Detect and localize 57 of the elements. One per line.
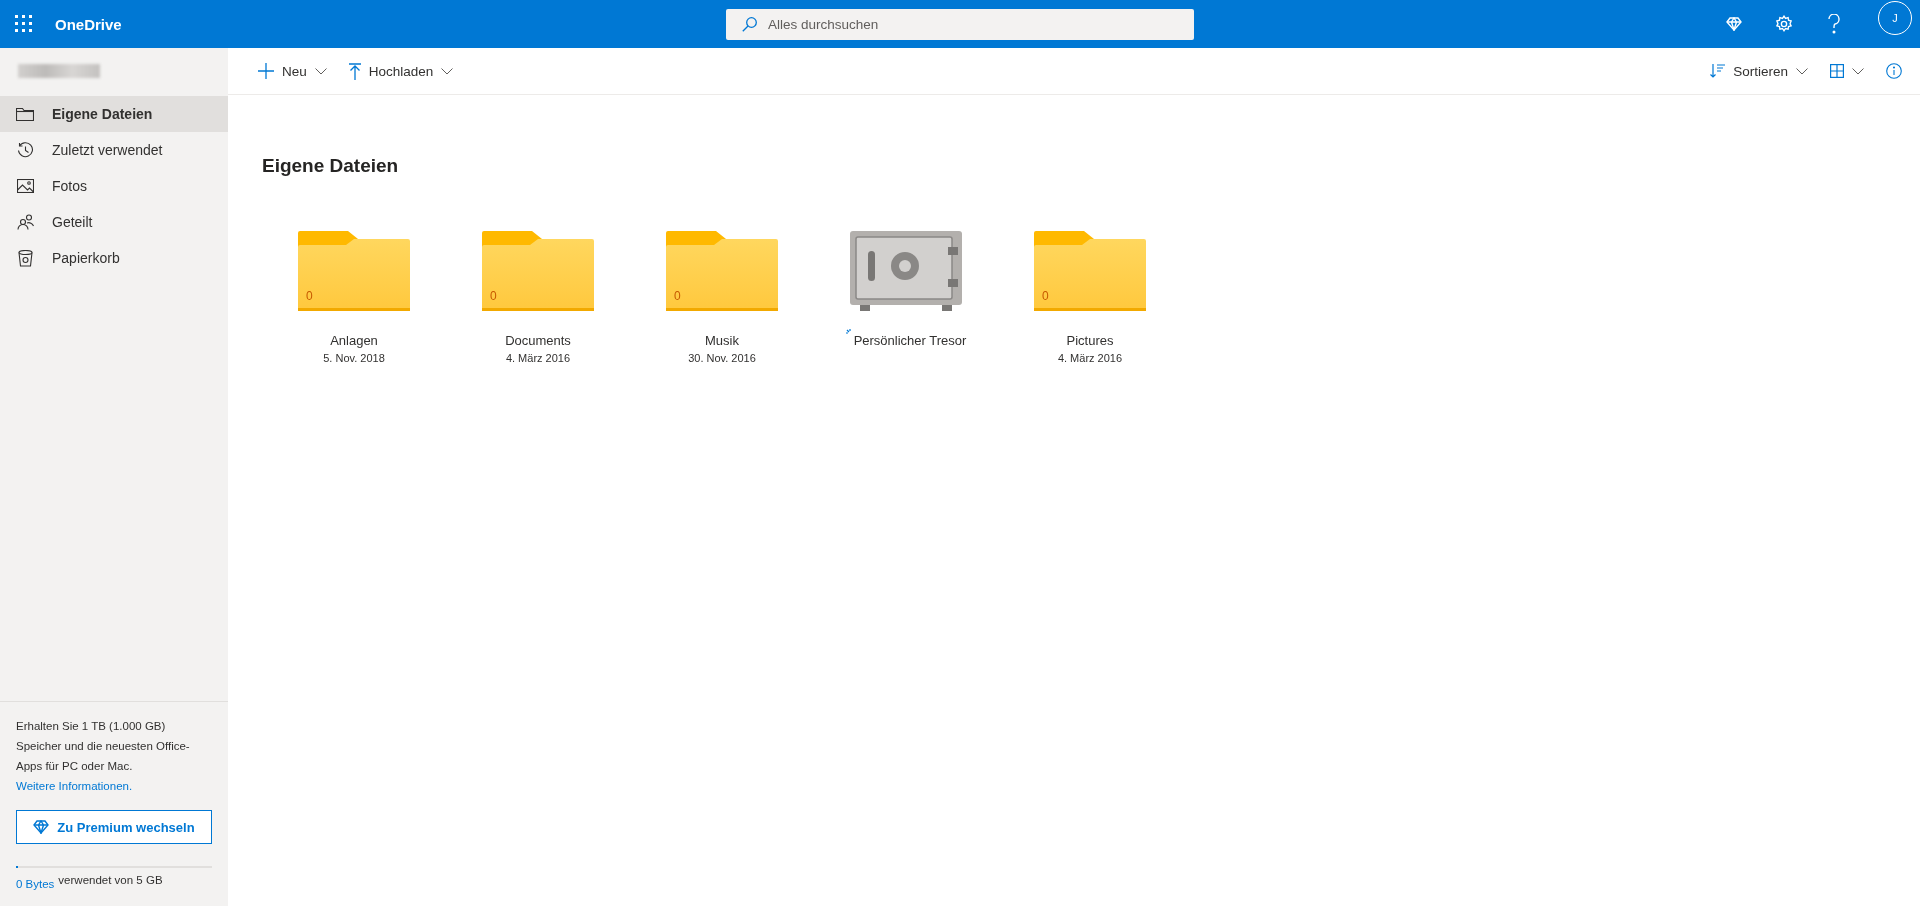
diamond-icon xyxy=(33,820,50,834)
more-info-link[interactable]: Weitere Informationen. xyxy=(16,780,133,792)
nav-item[interactable]: Eigene Dateien xyxy=(0,96,228,132)
nav-item[interactable]: Fotos xyxy=(0,168,228,204)
search-field[interactable]: Alles durchsuchen xyxy=(726,9,1194,40)
storage-text: verwendet von 5 GB xyxy=(58,874,163,888)
search-icon xyxy=(742,17,757,32)
toolbar-button[interactable]: Hochladen xyxy=(348,62,454,80)
app-name[interactable]: OneDrive xyxy=(55,15,122,33)
storage-used-link[interactable]: 0 Bytes xyxy=(16,874,55,894)
upload-icon xyxy=(348,62,361,80)
grid-view-icon xyxy=(1830,64,1844,78)
plus-icon xyxy=(258,63,274,79)
people-icon xyxy=(16,214,34,230)
modified-date: 4. März 2016 xyxy=(505,352,571,364)
caret-icon xyxy=(1852,67,1864,75)
help-icon xyxy=(1828,14,1840,34)
folder-icon xyxy=(1034,231,1146,311)
modified-date: 5. Nov. 2018 xyxy=(323,352,385,364)
folder-name[interactable]: Anlagen xyxy=(330,333,378,348)
folder-icon xyxy=(666,231,778,311)
nav-item[interactable]: Geteilt xyxy=(0,204,228,240)
item-count: 0 xyxy=(306,289,313,303)
vault-name[interactable]: Persönlicher Tresor xyxy=(853,333,967,348)
item-count: 0 xyxy=(1042,289,1049,303)
folder-name[interactable]: Musik xyxy=(705,333,739,348)
promo-text: Erhalten Sie 1 TB (1.000 GB) Speicher und die neuesten Office-Apps für PC oder Mac. xyxy=(16,719,191,774)
image-icon xyxy=(16,179,34,193)
toolbar-button[interactable]: Neu xyxy=(258,63,327,79)
settings-icon xyxy=(1775,15,1793,33)
view-button[interactable] xyxy=(1830,64,1864,78)
item-count: 0 xyxy=(490,289,497,303)
caret-icon xyxy=(314,67,327,75)
folder-icon xyxy=(482,231,594,311)
diamond-icon xyxy=(1726,17,1742,31)
folder-name[interactable]: Pictures xyxy=(1066,333,1114,348)
safe-icon xyxy=(850,231,962,311)
info-button[interactable] xyxy=(1886,63,1902,79)
folder-icon xyxy=(16,107,34,121)
history-icon xyxy=(16,141,34,159)
folder-name[interactable]: Documents xyxy=(505,333,571,348)
caret-icon xyxy=(441,67,454,75)
app-launcher-icon[interactable] xyxy=(15,15,33,33)
modified-date: 30. Nov. 2016 xyxy=(688,352,756,364)
info-icon xyxy=(1886,63,1902,79)
nav-item[interactable]: Zuletzt verwendet xyxy=(0,132,228,168)
recycle-bin-icon xyxy=(17,249,33,267)
item-count: 0 xyxy=(674,289,681,303)
vault-tile[interactable] xyxy=(850,231,962,311)
premium-button[interactable]: Zu Premium wechseln xyxy=(16,810,212,844)
sort-button[interactable]: Sortieren xyxy=(1710,63,1808,79)
folder-icon xyxy=(298,231,410,311)
nav-item[interactable]: Papierkorb xyxy=(0,240,228,276)
modified-date: 4. März 2016 xyxy=(1057,352,1123,364)
caret-icon xyxy=(1796,67,1808,75)
sort-icon xyxy=(1710,64,1726,78)
page-heading: Eigene Dateien xyxy=(262,155,400,177)
